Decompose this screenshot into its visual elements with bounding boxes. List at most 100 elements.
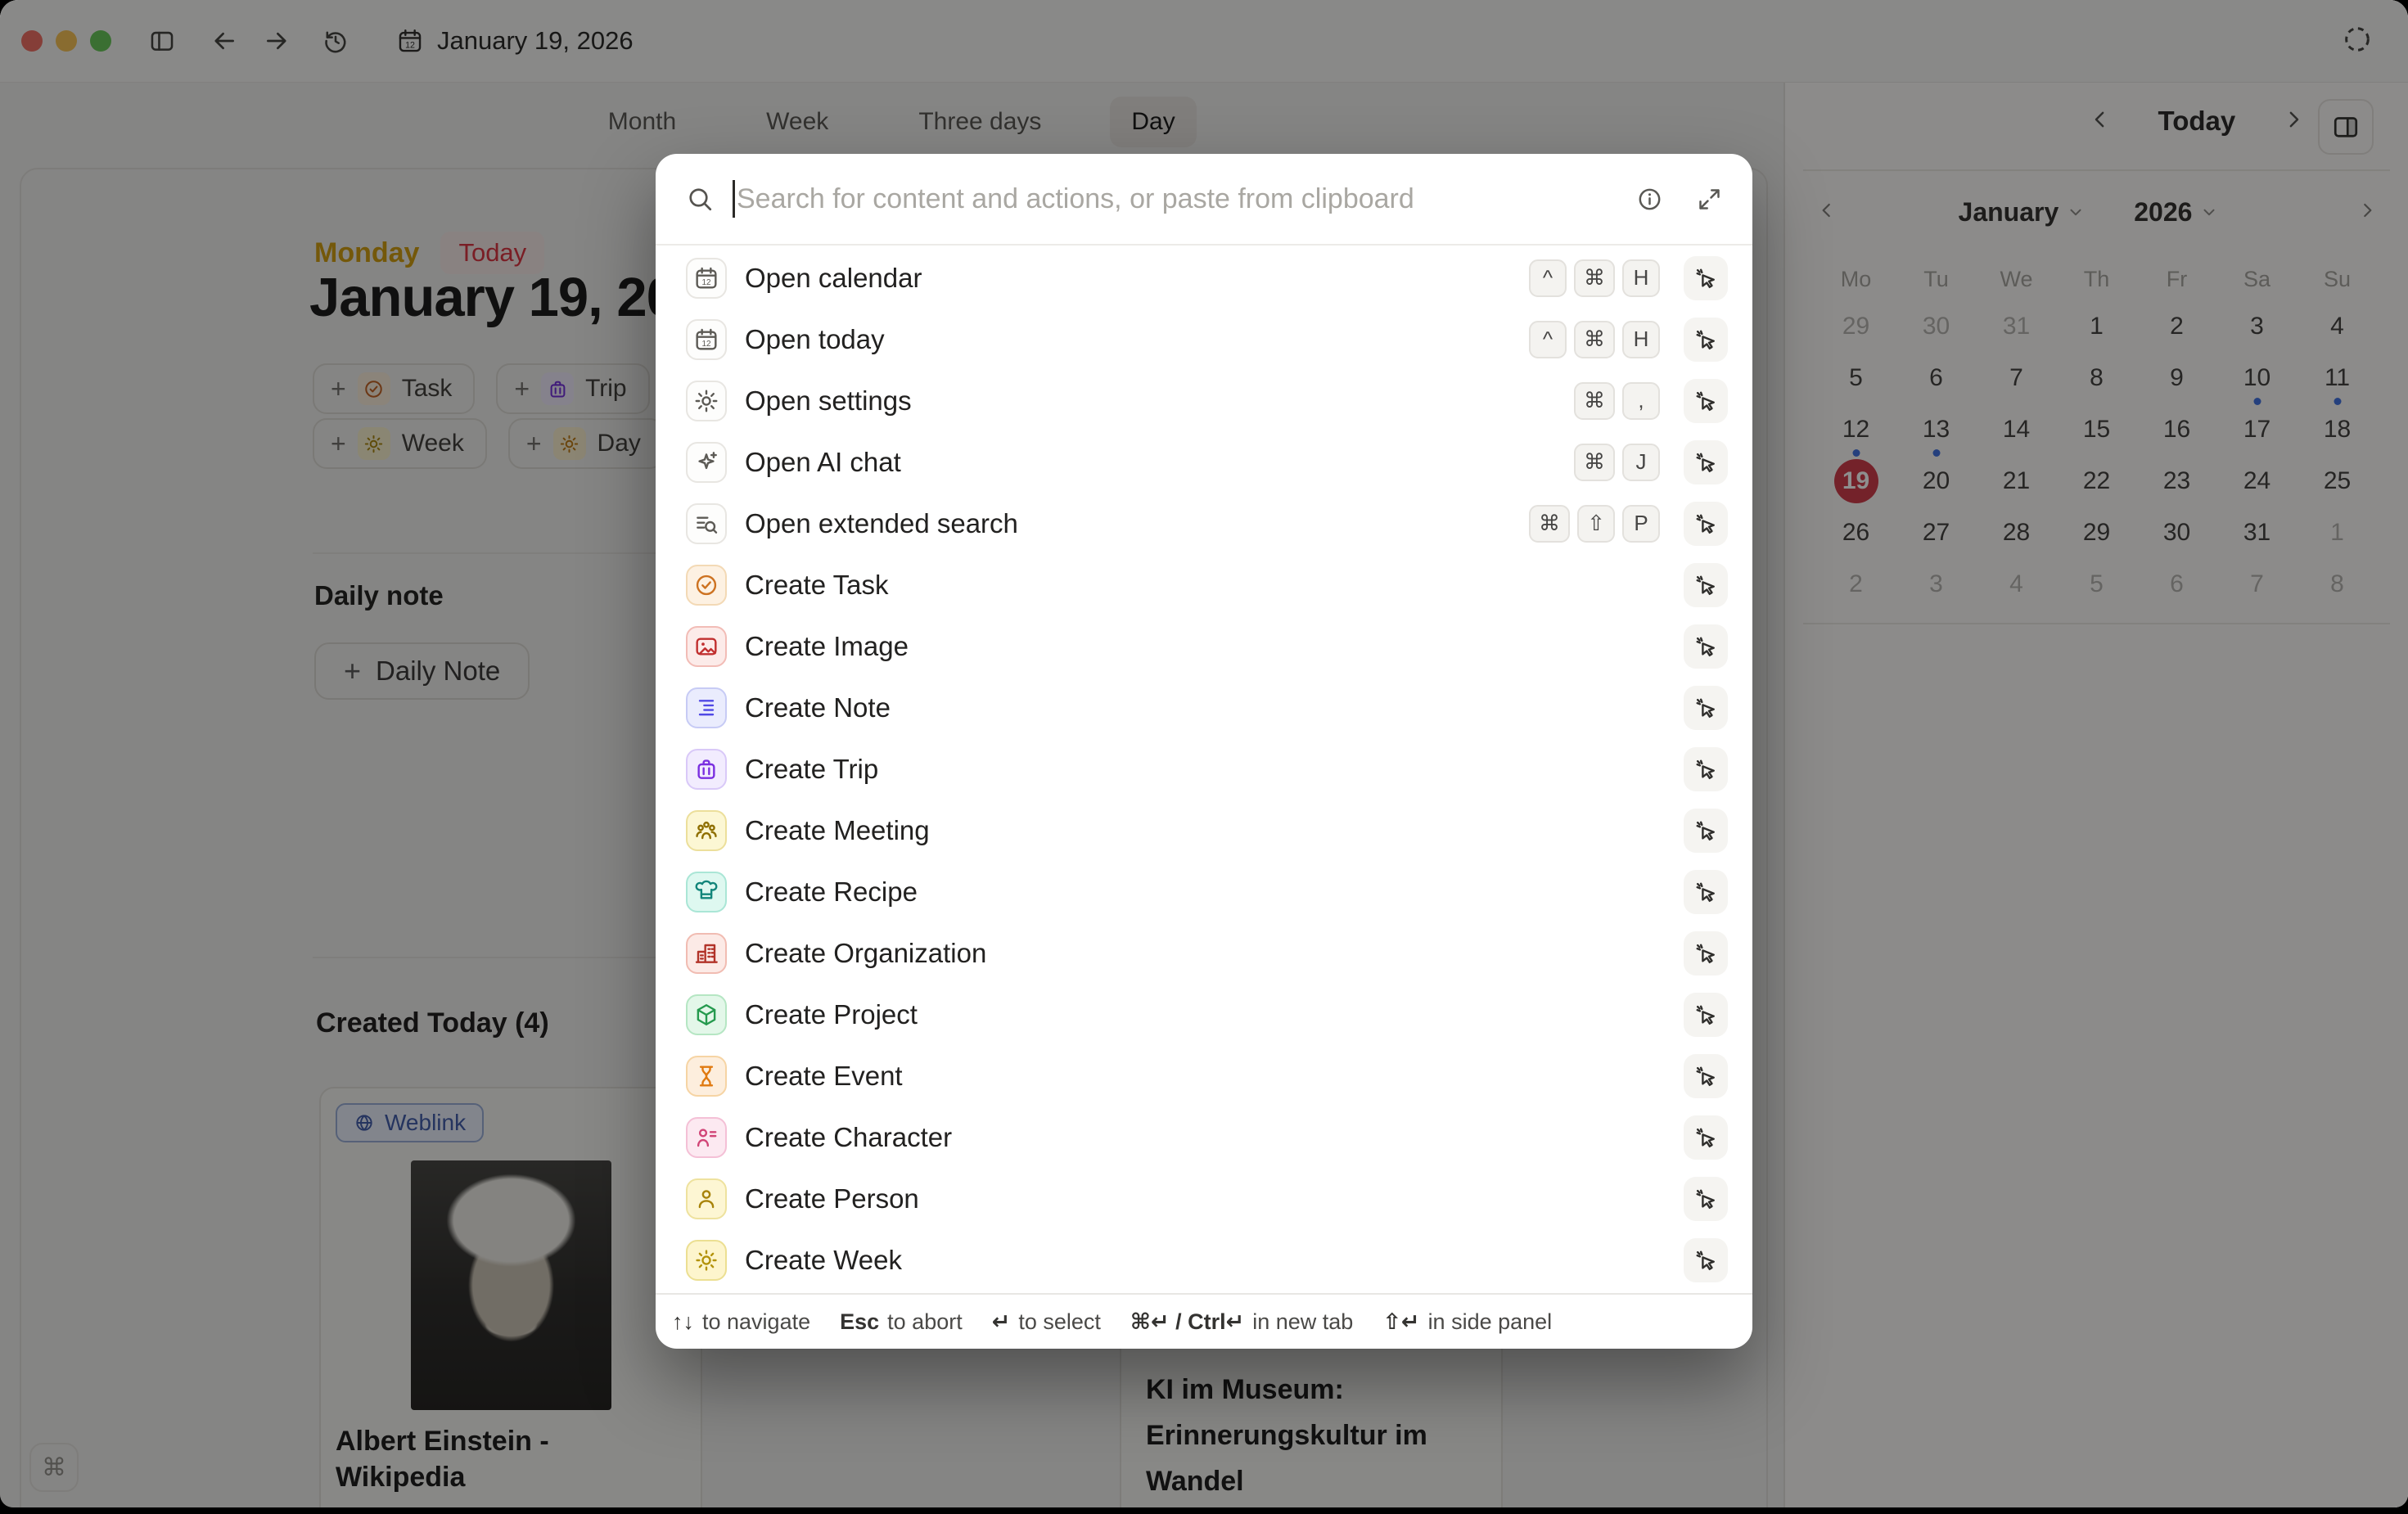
open-in-side-panel-icon[interactable] <box>1684 931 1728 976</box>
trip-icon <box>693 756 719 782</box>
open-in-side-panel-icon[interactable] <box>1684 809 1728 853</box>
pointer-click-icon <box>1693 572 1719 598</box>
pointer-click-icon <box>1693 879 1719 905</box>
open-in-side-panel-icon[interactable] <box>1684 747 1728 791</box>
task-icon <box>693 572 719 598</box>
text-caret <box>733 180 735 218</box>
pointer-click-icon <box>1693 327 1719 353</box>
app-window: 12 January 19, 2026 MonthWeekThree daysD… <box>0 0 2408 1507</box>
sparkles-icon <box>693 449 719 475</box>
event-icon <box>693 1063 719 1089</box>
open-in-side-panel-icon[interactable] <box>1684 1054 1728 1098</box>
extsearch-icon <box>686 503 727 544</box>
image-icon <box>693 633 719 660</box>
open-in-side-panel-icon[interactable] <box>1684 256 1728 300</box>
command-item-create-meeting[interactable]: Create Meeting <box>656 800 1752 861</box>
svg-text:12: 12 <box>701 340 711 349</box>
pointer-click-icon <box>1693 1002 1719 1028</box>
search-input[interactable] <box>737 183 1603 215</box>
calendar-icon: 12 <box>686 258 727 299</box>
project-icon <box>693 1002 719 1028</box>
open-in-side-panel-icon[interactable] <box>1684 1177 1728 1221</box>
command-item-create-week[interactable]: Create Week <box>656 1229 1752 1291</box>
command-item-open-ai-chat[interactable]: Open AI chat⌘J <box>656 431 1752 493</box>
command-item-create-image[interactable]: Create Image <box>656 615 1752 677</box>
character-icon <box>686 1117 727 1158</box>
command-list: 12Open calendar^⌘H12Open today^⌘HOpen se… <box>656 246 1752 1293</box>
command-item-open-calendar[interactable]: 12Open calendar^⌘H <box>656 247 1752 309</box>
keycap: ^ <box>1529 259 1567 297</box>
recipe-icon <box>693 879 719 905</box>
svg-text:12: 12 <box>701 278 711 287</box>
pointer-click-icon <box>1693 1247 1719 1273</box>
calendar-icon: 12 <box>693 327 719 353</box>
calendar-icon: 12 <box>693 265 719 291</box>
gear-icon <box>693 388 719 414</box>
image-icon <box>686 626 727 667</box>
footer-hint: ⌘↵ / Ctrl↵in new tab <box>1130 1309 1353 1335</box>
keycap: ⌘ <box>1574 382 1615 420</box>
note-icon <box>686 687 727 728</box>
character-icon <box>693 1124 719 1151</box>
command-item-create-note[interactable]: Create Note <box>656 677 1752 738</box>
command-item-create-trip[interactable]: Create Trip <box>656 738 1752 800</box>
sparkles-icon <box>686 442 727 483</box>
command-item-open-settings[interactable]: Open settings⌘, <box>656 370 1752 431</box>
command-item-open-extended-search[interactable]: Open extended search⌘⇧P <box>656 493 1752 554</box>
open-in-side-panel-icon[interactable] <box>1684 686 1728 730</box>
pointer-click-icon <box>1693 1063 1719 1089</box>
footer-hint: ⇧↵in side panel <box>1382 1309 1552 1335</box>
keycap: J <box>1622 444 1660 481</box>
footer-hint: ↵to select <box>992 1309 1101 1335</box>
pointer-click-icon <box>1693 818 1719 844</box>
pointer-click-icon <box>1693 756 1719 782</box>
command-item-create-organization[interactable]: Create Organization <box>656 922 1752 984</box>
command-item-open-today[interactable]: 12Open today^⌘H <box>656 309 1752 370</box>
keycap: ⌘ <box>1529 505 1570 543</box>
search-icon <box>685 184 715 214</box>
footer-hint: ↑↓to navigate <box>672 1309 810 1335</box>
open-in-side-panel-icon[interactable] <box>1684 624 1728 669</box>
command-item-create-character[interactable]: Create Character <box>656 1106 1752 1168</box>
keycap: ⌘ <box>1574 259 1615 297</box>
modal-footer: ↑↓to navigate Escto abort ↵to select ⌘↵ / C… <box>656 1293 1752 1349</box>
meeting-icon <box>686 810 727 851</box>
extsearch-icon <box>693 511 719 537</box>
keycap: P <box>1622 505 1660 543</box>
open-in-side-panel-icon[interactable] <box>1684 318 1728 362</box>
keycap: ⌘ <box>1574 321 1615 358</box>
gear-icon <box>686 381 727 421</box>
command-item-create-event[interactable]: Create Event <box>656 1045 1752 1106</box>
expand-icon[interactable] <box>1696 186 1723 213</box>
command-item-create-project[interactable]: Create Project <box>656 984 1752 1045</box>
open-in-side-panel-icon[interactable] <box>1684 1115 1728 1160</box>
recipe-icon <box>686 872 727 912</box>
open-in-side-panel-icon[interactable] <box>1684 1238 1728 1282</box>
calendar-icon: 12 <box>686 319 727 360</box>
footer-hint: Escto abort <box>840 1309 963 1335</box>
command-item-create-person[interactable]: Create Person <box>656 1168 1752 1229</box>
organization-icon <box>686 933 727 974</box>
pointer-click-icon <box>1693 1124 1719 1151</box>
project-icon <box>686 994 727 1035</box>
pointer-click-icon <box>1693 449 1719 475</box>
task-icon <box>686 565 727 606</box>
open-in-side-panel-icon[interactable] <box>1684 563 1728 607</box>
open-in-side-panel-icon[interactable] <box>1684 993 1728 1037</box>
pointer-click-icon <box>1693 940 1719 967</box>
keycap: , <box>1622 382 1660 420</box>
open-in-side-panel-icon[interactable] <box>1684 870 1728 914</box>
keycap: ⌘ <box>1574 444 1615 481</box>
command-item-create-task[interactable]: Create Task <box>656 554 1752 615</box>
open-in-side-panel-icon[interactable] <box>1684 440 1728 484</box>
command-palette: 12Open calendar^⌘H12Open today^⌘HOpen se… <box>656 154 1752 1349</box>
command-item-create-recipe[interactable]: Create Recipe <box>656 861 1752 922</box>
open-in-side-panel-icon[interactable] <box>1684 379 1728 423</box>
event-icon <box>686 1056 727 1097</box>
organization-icon <box>693 940 719 967</box>
pointer-click-icon <box>1693 388 1719 414</box>
open-in-side-panel-icon[interactable] <box>1684 502 1728 546</box>
pointer-click-icon <box>1693 695 1719 721</box>
info-icon[interactable] <box>1636 186 1663 213</box>
note-icon <box>693 695 719 721</box>
